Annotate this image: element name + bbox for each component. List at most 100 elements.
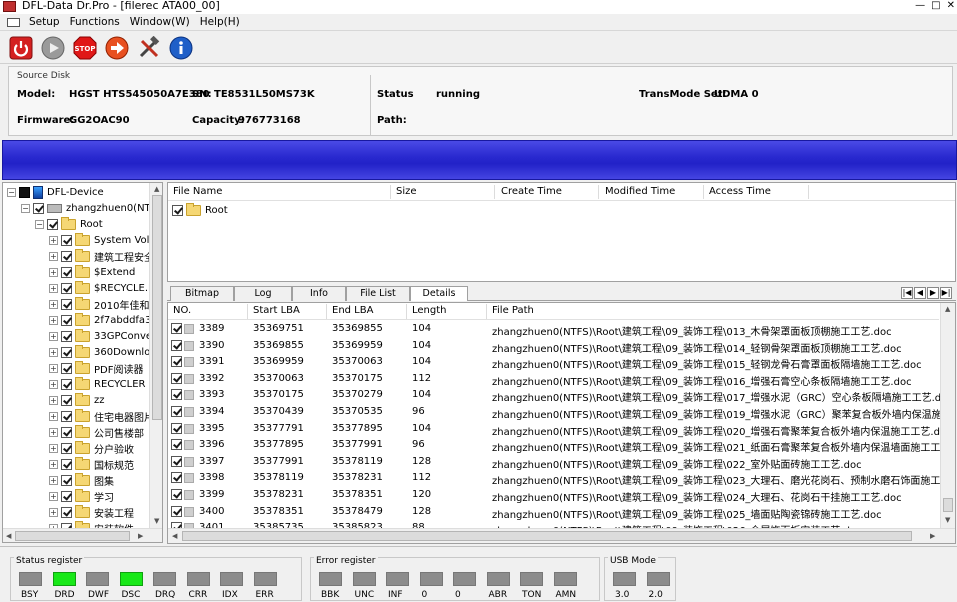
tools-button[interactable] <box>136 35 162 61</box>
scroll-down-icon[interactable]: ▼ <box>154 517 159 525</box>
tree-checkbox[interactable] <box>61 266 72 278</box>
device-checkbox[interactable] <box>19 186 30 198</box>
tree-node[interactable]: + 建筑工程安全 <box>49 248 154 264</box>
tree-hscroll-thumb[interactable] <box>15 531 130 541</box>
row-checkbox[interactable] <box>171 489 182 500</box>
menu-setup[interactable]: Setup <box>24 16 65 28</box>
tree-expander-icon[interactable]: + <box>49 235 58 245</box>
tree-node[interactable]: − Root <box>35 216 103 232</box>
menu-window[interactable]: Window(W) <box>125 16 195 28</box>
first-icon[interactable]: |◀ <box>901 287 913 299</box>
row-checkbox[interactable] <box>171 339 182 351</box>
scroll-right-icon[interactable]: ▶ <box>930 532 935 540</box>
tree-expander-icon[interactable]: + <box>49 267 58 277</box>
menu-help[interactable]: Help(H) <box>195 16 245 28</box>
tree-checkbox[interactable] <box>33 202 44 214</box>
tree-checkbox[interactable] <box>61 410 72 422</box>
scroll-up-icon[interactable]: ▲ <box>154 185 159 193</box>
tree-expander-icon[interactable]: + <box>49 507 58 517</box>
tree-expander-icon[interactable]: + <box>49 283 58 293</box>
col-create-time[interactable]: Create Time <box>501 186 562 197</box>
tree-expander-icon[interactable]: − <box>21 203 30 213</box>
tree-expander-icon[interactable]: + <box>49 347 58 357</box>
tree-node[interactable]: +2010年佳和花 <box>49 296 159 312</box>
row-checkbox[interactable] <box>171 505 182 517</box>
info-button[interactable] <box>168 35 194 61</box>
tree-checkbox[interactable] <box>61 442 72 454</box>
root-checkbox[interactable] <box>172 205 183 216</box>
tree-checkbox[interactable] <box>61 362 72 374</box>
tree-checkbox[interactable] <box>61 314 72 326</box>
table-row[interactable]: 3389 35369751 35369855 104 zhangzhuen0(NTFS)… <box>168 321 939 338</box>
tree-node[interactable]: + zz <box>49 392 105 408</box>
tree-scroll-thumb[interactable] <box>152 195 162 420</box>
tree-expander-icon[interactable]: + <box>49 491 58 501</box>
tree-expander-icon[interactable]: + <box>49 363 58 373</box>
grid-vertical-scrollbar[interactable]: ▲ ▼ <box>940 303 955 528</box>
tree-checkbox[interactable] <box>61 282 72 294</box>
tree-node[interactable]: + 公司售楼部 <box>49 424 144 440</box>
play-button[interactable] <box>40 35 66 61</box>
col-modified-time[interactable]: Modified Time <box>605 186 675 197</box>
tree-node[interactable]: +360Downloa <box>49 344 156 360</box>
tree-expander-icon[interactable]: + <box>49 299 58 309</box>
tree-checkbox[interactable] <box>61 346 72 358</box>
table-row[interactable]: 3400 35378351 35378479 128 zhangzhuen0(NTFS)… <box>168 504 939 521</box>
tree-expander-icon[interactable]: + <box>49 459 58 469</box>
minimize-icon[interactable]: — <box>915 0 925 14</box>
file-row-root[interactable]: Root <box>172 203 228 216</box>
tree-checkbox[interactable] <box>61 426 72 438</box>
tree-node[interactable]: + 学习 <box>49 488 114 504</box>
col-file-path[interactable]: File Path <box>492 305 534 316</box>
tree-node[interactable]: − zhangzhuen0(NTFS <box>21 200 162 216</box>
scroll-left-icon[interactable]: ◀ <box>6 532 11 540</box>
tab-info[interactable]: Info <box>292 286 346 301</box>
tree-horizontal-scrollbar[interactable]: ◀ ▶ <box>3 528 162 542</box>
prev-icon[interactable]: ◀ <box>914 287 926 299</box>
table-row[interactable]: 3393 35370175 35370279 104 zhangzhuen0(NTFS)… <box>168 387 953 404</box>
tree-node[interactable]: + 安装工程 <box>49 504 134 520</box>
tree-checkbox[interactable] <box>61 250 72 262</box>
tree-node[interactable]: + $Extend <box>49 264 135 280</box>
tree-node[interactable]: + PDF阅读器 <box>49 360 143 376</box>
tree-node[interactable]: + 图集 <box>49 472 114 488</box>
row-checkbox[interactable] <box>171 422 182 434</box>
table-row[interactable]: 3394 35370439 35370535 96 zhangzhuen0(NTFS)\… <box>168 404 955 421</box>
tree-checkbox[interactable] <box>61 506 72 518</box>
tab-bitmap[interactable]: Bitmap <box>170 286 234 301</box>
table-row[interactable]: 3390 35369855 35369959 104 zhangzhuen0(NTFS)… <box>168 338 939 355</box>
tree-checkbox[interactable] <box>61 474 72 486</box>
scroll-down-icon[interactable]: ▼ <box>945 516 950 524</box>
tree-node[interactable]: +2f7abddfa3c <box>49 312 157 328</box>
tree-node[interactable]: + 分户验收 <box>49 440 134 456</box>
table-row[interactable]: 3391 35369959 35370063 104 zhangzhuen0(NTFS)… <box>168 354 939 371</box>
tree-expander-icon[interactable]: + <box>49 315 58 325</box>
col-size[interactable]: Size <box>396 186 417 197</box>
tree-expander-icon[interactable]: + <box>49 427 58 437</box>
row-checkbox[interactable] <box>171 472 182 484</box>
grid-scroll-thumb[interactable] <box>943 498 953 512</box>
grid-hscroll-thumb[interactable] <box>182 531 912 541</box>
power-button[interactable] <box>8 35 34 61</box>
next-icon[interactable]: ▶ <box>927 287 939 299</box>
tree-checkbox[interactable] <box>61 490 72 502</box>
tree-expander-icon[interactable]: + <box>49 395 58 405</box>
tree-node[interactable]: + 住宅电器图片 <box>49 408 154 424</box>
row-checkbox[interactable] <box>171 323 182 334</box>
tree-node[interactable]: + 国标规范 <box>49 456 134 472</box>
tree-node[interactable]: + RECYCLER <box>49 376 145 392</box>
tree-checkbox[interactable] <box>61 458 72 470</box>
maximize-icon[interactable]: □ <box>931 0 940 14</box>
tree-checkbox[interactable] <box>61 394 72 406</box>
tree-node[interactable]: + $RECYCLE.BI <box>49 280 158 296</box>
tree-checkbox[interactable] <box>61 330 72 342</box>
tree-checkbox[interactable] <box>61 298 72 310</box>
tree-checkbox[interactable] <box>47 218 58 230</box>
table-row[interactable]: 3396 35377895 35377991 96 zhangzhuen0(NTFS)\… <box>168 437 955 454</box>
table-row[interactable]: 3392 35370063 35370175 112 zhangzhuen0(NTFS)… <box>168 371 939 388</box>
tree-vertical-scrollbar[interactable]: ▲ ▼ <box>149 183 162 528</box>
grid-horizontal-scrollbar[interactable]: ◀ ▶ <box>168 528 955 543</box>
tree-expander-icon[interactable]: + <box>49 443 58 453</box>
scroll-right-icon[interactable]: ▶ <box>138 532 143 540</box>
tab-log[interactable]: Log <box>234 286 292 301</box>
